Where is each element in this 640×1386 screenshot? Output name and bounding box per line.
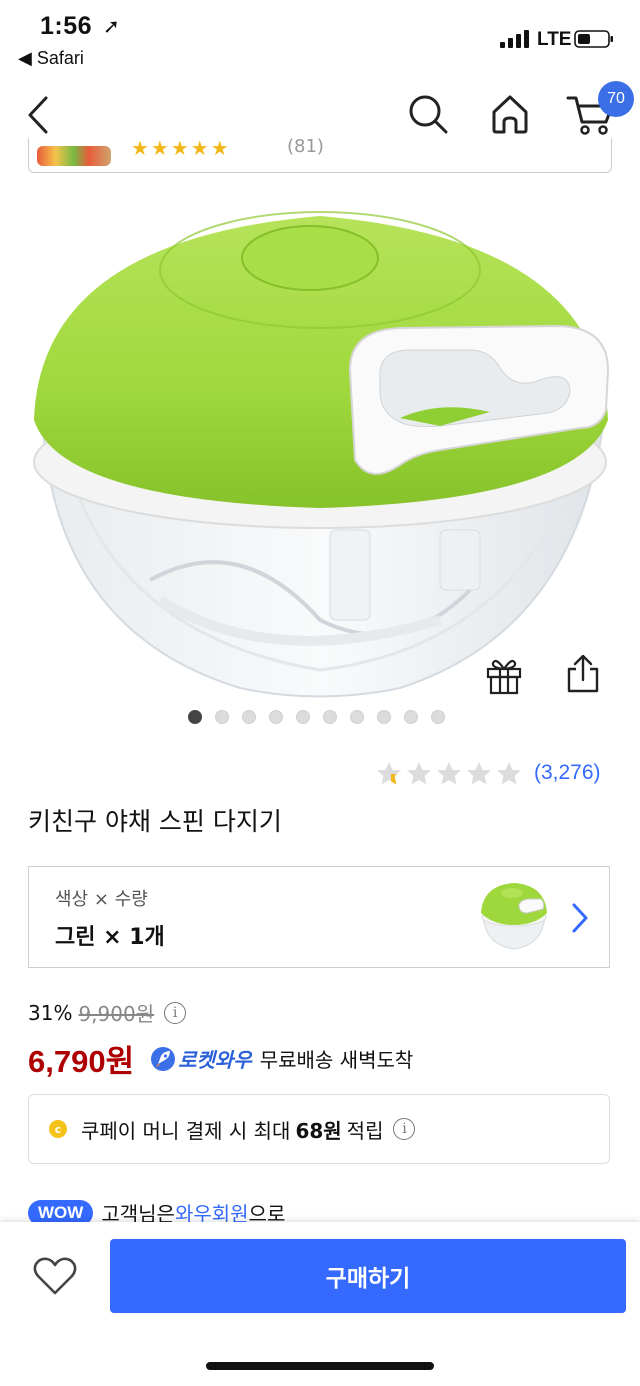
chevron-right-icon bbox=[572, 903, 588, 933]
rocket-wow-label: 로켓와우 bbox=[178, 1048, 252, 1072]
pagination-dot[interactable] bbox=[377, 710, 391, 724]
star-empty bbox=[377, 762, 401, 785]
related-product-review-count: (81) bbox=[287, 138, 324, 157]
pagination-dot[interactable] bbox=[431, 710, 445, 724]
pagination-dot[interactable] bbox=[188, 710, 202, 724]
option-selector[interactable]: 색상 × 수량 그린 × 1개 bbox=[28, 866, 610, 968]
home-icon[interactable] bbox=[488, 92, 532, 136]
pagination-dot[interactable] bbox=[296, 710, 310, 724]
info-icon[interactable]: i bbox=[164, 1001, 187, 1024]
status-time: 1:56 bbox=[40, 12, 93, 40]
pagination-dot[interactable] bbox=[215, 710, 229, 724]
rating-stars bbox=[377, 762, 521, 785]
heart-icon[interactable] bbox=[32, 1255, 78, 1297]
product-image[interactable] bbox=[20, 200, 620, 700]
star-empty bbox=[407, 762, 431, 785]
product-title: 키친구 야채 스핀 다지기 bbox=[28, 807, 282, 836]
related-product-card[interactable]: ★★★★★ (81) bbox=[28, 138, 612, 173]
image-pagination-dots[interactable] bbox=[188, 710, 445, 724]
star-empty bbox=[437, 762, 461, 785]
price-row: 6,790원 로켓와우 무료배송 새벽도착 bbox=[28, 1036, 413, 1081]
review-count-link[interactable]: (3,276) bbox=[534, 761, 601, 785]
coupay-reward-box: c 쿠페이 머니 결제 시 최대 68원 적립 i bbox=[28, 1094, 610, 1164]
option-thumbnail bbox=[481, 883, 547, 950]
buy-now-button[interactable]: 구매하기 bbox=[110, 1239, 626, 1313]
star-empty bbox=[497, 762, 521, 785]
carrier-label: LTE bbox=[537, 29, 572, 50]
coupay-text: 쿠페이 머니 결제 시 최대 bbox=[81, 1118, 291, 1143]
info-icon[interactable]: i bbox=[393, 1118, 416, 1140]
back-chevron-icon[interactable] bbox=[22, 92, 56, 138]
star-empty bbox=[467, 762, 491, 785]
location-arrow-icon: ➚ bbox=[103, 14, 120, 38]
cart-count-badge: 70 bbox=[598, 81, 634, 117]
cellular-signal-icon bbox=[500, 30, 529, 48]
pagination-dot[interactable] bbox=[404, 710, 418, 724]
back-to-safari-link[interactable]: ◀ Safari bbox=[18, 48, 84, 69]
coupay-amount: 68원 bbox=[295, 1118, 342, 1143]
shipping-info: 무료배송 새벽도착 bbox=[259, 1048, 414, 1072]
coupay-suffix: 적립 bbox=[346, 1118, 384, 1143]
pagination-dot[interactable] bbox=[269, 710, 283, 724]
battery-icon bbox=[574, 30, 613, 48]
home-indicator bbox=[206, 1362, 434, 1370]
related-product-thumbnail bbox=[37, 146, 111, 166]
discount-row: 31% 9,900원 i bbox=[28, 998, 187, 1027]
option-value: 그린 × 1개 bbox=[55, 925, 165, 950]
pagination-dot[interactable] bbox=[350, 710, 364, 724]
coin-icon: c bbox=[49, 1120, 67, 1138]
option-label: 색상 × 수량 bbox=[55, 889, 148, 910]
pagination-dot[interactable] bbox=[242, 710, 256, 724]
search-icon[interactable] bbox=[406, 92, 450, 136]
share-icon[interactable] bbox=[563, 653, 603, 695]
discount-rate: 31% bbox=[28, 1000, 73, 1025]
product-rating[interactable]: (3,276) bbox=[374, 758, 601, 788]
rocket-icon bbox=[151, 1046, 176, 1071]
related-product-stars: ★★★★★ bbox=[131, 138, 231, 160]
final-price: 6,790원 bbox=[28, 1044, 135, 1079]
original-price: 9,900원 bbox=[78, 1002, 155, 1026]
gift-icon[interactable] bbox=[484, 655, 524, 695]
pagination-dot[interactable] bbox=[323, 710, 337, 724]
